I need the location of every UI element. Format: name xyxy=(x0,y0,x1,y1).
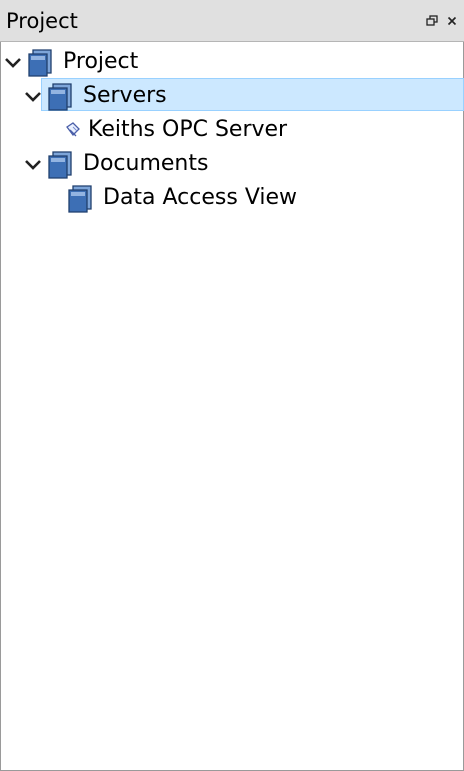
panel-title: Project xyxy=(6,9,78,33)
folder-icon xyxy=(66,184,94,214)
tree-item-documents[interactable]: Documents xyxy=(1,147,463,181)
project-panel: Project Project Servers Keiths OPC Serve… xyxy=(0,0,464,771)
tree-item-keiths-opc-server[interactable]: Keiths OPC Server xyxy=(1,113,463,147)
restore-icon[interactable] xyxy=(424,12,440,30)
chevron-down-icon[interactable] xyxy=(4,54,22,72)
close-icon[interactable] xyxy=(444,12,460,30)
folder-icon xyxy=(46,82,74,112)
tree-item-project[interactable]: Project xyxy=(1,45,463,79)
panel-titlebar[interactable]: Project xyxy=(0,0,464,42)
tree-item-servers[interactable]: Servers xyxy=(1,79,463,113)
tree-item-label: Project xyxy=(63,49,139,74)
tree-item-label: Documents xyxy=(83,151,209,176)
folder-icon xyxy=(26,48,54,78)
tree-item-label: Servers xyxy=(83,83,167,108)
tree-item-data-access-view[interactable]: Data Access View xyxy=(1,181,463,215)
tree-item-label: Data Access View xyxy=(103,185,298,210)
tree-item-label: Keiths OPC Server xyxy=(88,117,288,142)
folder-icon xyxy=(46,150,74,180)
project-tree[interactable]: Project Servers Keiths OPC Server Docume… xyxy=(0,42,464,771)
chevron-down-icon[interactable] xyxy=(24,88,42,106)
opc-server-icon xyxy=(64,121,82,139)
chevron-down-icon[interactable] xyxy=(24,156,42,174)
